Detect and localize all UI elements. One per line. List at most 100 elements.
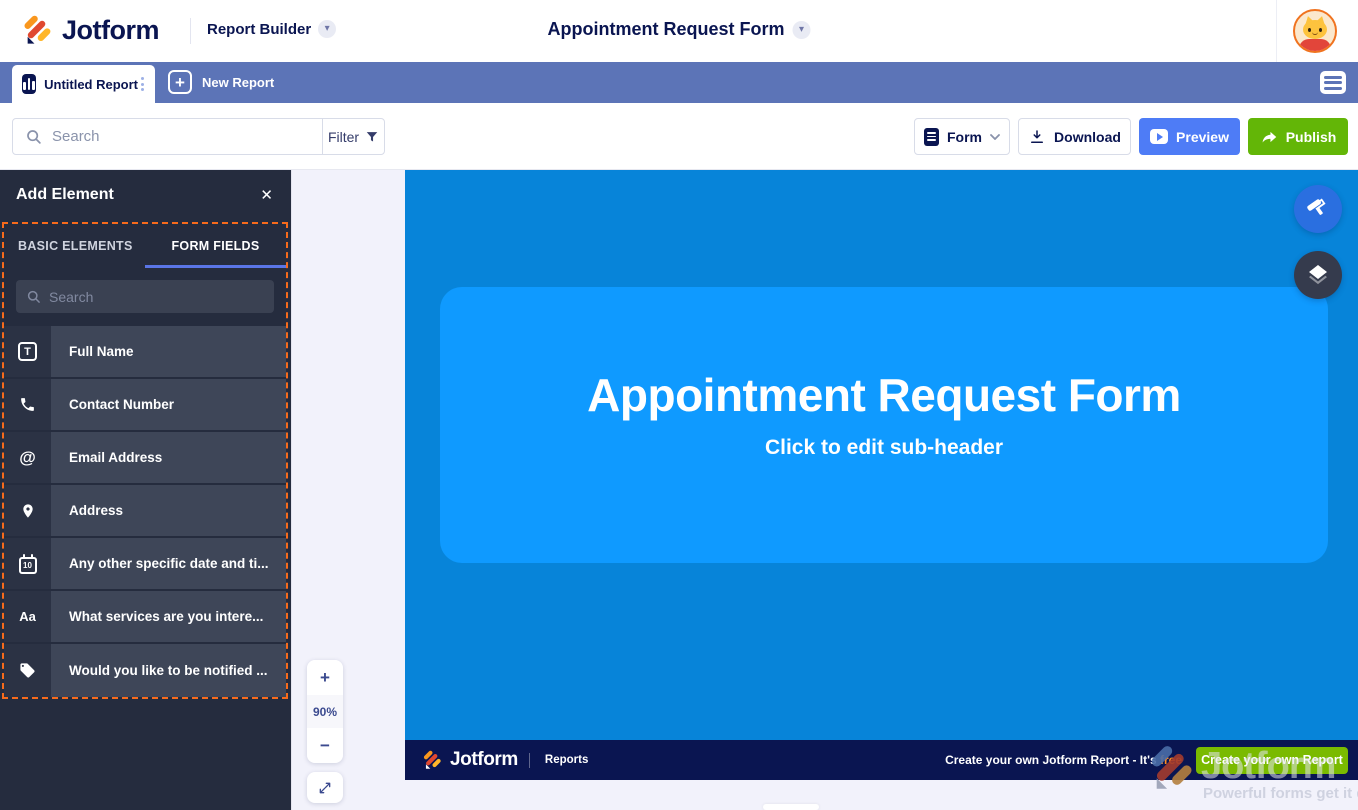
publish-label: Publish bbox=[1286, 129, 1337, 145]
avatar-art bbox=[1303, 20, 1327, 39]
preview-button[interactable]: Preview bbox=[1139, 118, 1240, 155]
tab-label: Untitled Report bbox=[44, 77, 138, 92]
download-icon bbox=[1028, 128, 1046, 146]
panel-title: Add Element bbox=[16, 186, 114, 204]
panel-search-bar bbox=[16, 280, 274, 313]
field-label: Would you like to be notified ... bbox=[51, 644, 286, 697]
search-input[interactable] bbox=[52, 128, 322, 145]
jotform-logo-icon bbox=[20, 13, 54, 47]
tab-options-kebab-icon[interactable] bbox=[138, 74, 147, 94]
at-sign-icon: @ bbox=[4, 432, 51, 483]
panel-search-input[interactable] bbox=[49, 289, 264, 305]
field-label: Contact Number bbox=[51, 379, 286, 430]
slide-header-card[interactable]: Appointment Request Form Click to edit s… bbox=[440, 287, 1328, 563]
calendar-icon: 10 bbox=[4, 538, 51, 589]
zoom-controls: + 90% − bbox=[307, 660, 343, 763]
text-input-icon: T bbox=[4, 326, 51, 377]
field-label: Email Address bbox=[51, 432, 286, 483]
bar-chart-icon bbox=[22, 74, 36, 94]
field-item-address[interactable]: Address bbox=[4, 485, 286, 538]
chevron-down-icon bbox=[990, 134, 1000, 140]
filter-button[interactable]: Filter bbox=[322, 119, 384, 154]
report-tabbar: Untitled Report + New Report bbox=[0, 62, 1358, 103]
report-list-menu-icon[interactable] bbox=[1320, 71, 1346, 94]
field-label: What services are you intere... bbox=[51, 591, 286, 642]
slide-title[interactable]: Appointment Request Form bbox=[587, 368, 1181, 422]
funnel-icon bbox=[365, 130, 379, 144]
field-item-contact-number[interactable]: Contact Number bbox=[4, 379, 286, 432]
zoom-out-button[interactable]: − bbox=[307, 728, 343, 763]
location-pin-icon bbox=[4, 485, 51, 536]
new-report-button[interactable]: + New Report bbox=[168, 70, 274, 94]
download-button[interactable]: Download bbox=[1018, 118, 1131, 155]
preview-label: Preview bbox=[1176, 129, 1229, 145]
canvas-background bbox=[405, 780, 1358, 810]
next-page-peek bbox=[763, 804, 819, 810]
zoom-in-button[interactable]: + bbox=[307, 660, 343, 695]
report-canvas: Appointment Request Form Click to edit s… bbox=[405, 170, 1358, 810]
chevron-down-icon: ▾ bbox=[793, 21, 811, 39]
panel-header: Add Element ✕ bbox=[0, 170, 291, 220]
tab-untitled-report[interactable]: Untitled Report bbox=[12, 65, 155, 103]
footer-cta-highlight: free bbox=[1160, 753, 1182, 767]
footer-brand-name: Jotform bbox=[450, 749, 518, 771]
zoom-level: 90% bbox=[307, 695, 343, 728]
close-icon[interactable]: ✕ bbox=[260, 186, 273, 204]
tab-form-fields[interactable]: FORM FIELDS bbox=[145, 224, 286, 268]
field-item-email-address[interactable]: @ Email Address bbox=[4, 432, 286, 485]
chevron-down-icon: ▾ bbox=[318, 20, 336, 38]
form-label: Form bbox=[947, 129, 982, 145]
tag-icon bbox=[4, 644, 51, 697]
active-tab-underline bbox=[145, 265, 286, 268]
text-style-icon: Aa bbox=[4, 591, 51, 642]
publish-button[interactable]: Publish bbox=[1248, 118, 1348, 155]
field-item-full-name[interactable]: T Full Name bbox=[4, 326, 286, 379]
share-arrow-icon bbox=[1260, 129, 1278, 145]
report-builder-app: Jotform Report Builder ▾ Appointment Req… bbox=[0, 0, 1358, 810]
page-title: Appointment Request Form bbox=[548, 19, 785, 40]
jotform-logo-icon bbox=[421, 749, 443, 771]
field-label: Address bbox=[51, 485, 286, 536]
form-title-menu[interactable]: Appointment Request Form ▾ bbox=[548, 19, 811, 40]
fullscreen-button[interactable] bbox=[307, 772, 343, 803]
download-label: Download bbox=[1054, 129, 1121, 145]
plus-icon: + bbox=[168, 70, 192, 94]
search-icon bbox=[25, 128, 42, 145]
tab-form-fields-label: FORM FIELDS bbox=[171, 239, 259, 253]
field-label: Full Name bbox=[51, 326, 286, 377]
filter-label: Filter bbox=[328, 129, 359, 145]
form-icon bbox=[924, 128, 939, 146]
slide-subtitle[interactable]: Click to edit sub-header bbox=[765, 436, 1003, 460]
paint-roller-icon bbox=[1303, 194, 1334, 225]
field-item-services[interactable]: Aa What services are you intere... bbox=[4, 591, 286, 644]
footer-product-name: Reports bbox=[545, 754, 588, 766]
app-header: Jotform Report Builder ▾ Appointment Req… bbox=[0, 0, 1358, 62]
create-report-button[interactable]: Create your own Report bbox=[1196, 747, 1348, 774]
toolbar: Filter Form Download Preview Publish bbox=[0, 103, 1358, 170]
jotform-logo[interactable]: Jotform bbox=[20, 13, 159, 47]
tab-basic-elements-label: BASIC ELEMENTS bbox=[18, 239, 133, 253]
header-divider bbox=[1276, 0, 1277, 62]
brand-name: Jotform bbox=[62, 15, 159, 46]
app-switcher[interactable]: Report Builder ▾ bbox=[207, 20, 336, 38]
form-field-list: T Full Name Contact Number @ Email Addre… bbox=[4, 326, 286, 697]
footer-divider bbox=[529, 753, 530, 768]
design-button[interactable] bbox=[1294, 185, 1342, 233]
app-name: Report Builder bbox=[207, 21, 311, 38]
avatar-art bbox=[1299, 39, 1331, 53]
play-icon bbox=[1150, 129, 1168, 144]
header-divider bbox=[190, 18, 191, 44]
new-report-label: New Report bbox=[202, 75, 274, 90]
footer-brand: Jotform Reports bbox=[421, 749, 588, 771]
layers-button[interactable] bbox=[1294, 251, 1342, 299]
field-label: Any other specific date and ti... bbox=[51, 538, 286, 589]
phone-icon bbox=[4, 379, 51, 430]
field-item-notify[interactable]: Would you like to be notified ... bbox=[4, 644, 286, 697]
avatar[interactable] bbox=[1293, 9, 1337, 53]
footer-cta-text: Create your own Jotform Report - It's fr… bbox=[945, 753, 1182, 767]
tab-basic-elements[interactable]: BASIC ELEMENTS bbox=[4, 224, 145, 268]
form-dropdown-button[interactable]: Form bbox=[914, 118, 1010, 155]
layers-icon bbox=[1306, 263, 1330, 287]
field-item-date-time[interactable]: 10 Any other specific date and ti... bbox=[4, 538, 286, 591]
highlighted-panel-region: BASIC ELEMENTS FORM FIELDS T Full Name bbox=[2, 222, 288, 699]
